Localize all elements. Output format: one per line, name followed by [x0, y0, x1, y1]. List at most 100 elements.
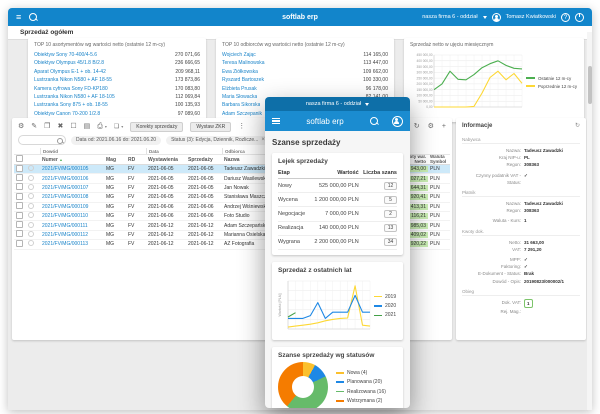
legend-label: Wstrzymana (2) [347, 398, 383, 405]
col-waluta[interactable]: Waluta Symbol [428, 155, 450, 164]
funnel-row[interactable]: Negocjacje 7 000,00 PLN 2 [278, 206, 397, 222]
col-mag[interactable]: Mag [104, 157, 126, 163]
funnel-stage: Realizacja [278, 221, 309, 236]
menu-icon[interactable]: ≡ [16, 8, 21, 26]
attachment-cell [26, 183, 40, 192]
search-input[interactable] [18, 135, 66, 145]
list-item-value: 173 873,86 [174, 77, 200, 84]
menu-icon[interactable] [272, 116, 280, 126]
col-wystawienia[interactable]: Wystawienia [146, 157, 186, 163]
panel-title: Sprzedaż netto w ujęciu miesięcznym [410, 42, 494, 48]
legend-color-swatch [374, 295, 382, 298]
document-number-link[interactable]: 2021/FV/MG/000111 [40, 223, 104, 229]
settings-icon[interactable]: ⚙ [428, 121, 434, 133]
legend-item: Realizowana (16) [336, 389, 386, 395]
product-link[interactable]: Lustrzanka Sony 875 + ob. 18-55 [34, 101, 108, 109]
document-number-link[interactable]: 2021/FV/MG/000110 [40, 213, 104, 219]
svg-text:150 000,00: 150 000,00 [417, 88, 433, 92]
customer-link[interactable]: Elżbieta Prusak [222, 85, 257, 93]
document-number-link[interactable]: 2021/FV/MG/000108 [40, 194, 104, 200]
funnel-row[interactable]: Wycena 1 200 000,00 PLN 5 [278, 192, 397, 208]
col-numer[interactable]: Numer ▲ [40, 157, 104, 163]
customer-link[interactable]: Barbara Sikorska [222, 101, 260, 109]
mobile-company-bar[interactable]: nasza firma 6 - oddział [265, 97, 410, 111]
info-field-value: 308363 [524, 208, 540, 214]
info-field: Regon: 308363 [462, 207, 580, 214]
row-checkbox[interactable] [16, 221, 23, 229]
product-link[interactable]: Obiektyw Canon 70-200 1/2.8 [34, 110, 100, 118]
product-link[interactable]: Kamera cyfrowa Sony FD-KP180 [34, 85, 108, 93]
search-icon[interactable] [29, 13, 38, 21]
svg-text:400 000,00: 400 000,00 [417, 59, 433, 63]
issue-date-cell: 2021-06-12 [148, 231, 174, 238]
years-chart-title: Sprzedaż z ostatnich lat [278, 266, 352, 274]
add-icon[interactable]: + [442, 121, 446, 133]
document-icon[interactable]: ▤ [84, 121, 91, 133]
row-checkbox[interactable] [16, 211, 23, 219]
date-filter-chip[interactable]: Data od: 2021.06.16 do: 2021.06.20 [71, 135, 162, 145]
attachment-icon [28, 174, 34, 181]
tag-caret-icon[interactable]: ▾ [121, 121, 123, 133]
scrollbar-thumb[interactable] [587, 66, 592, 104]
user-icon[interactable] [392, 115, 403, 127]
row-checkbox[interactable] [16, 202, 23, 210]
row-checkbox[interactable] [16, 183, 23, 191]
customer-link[interactable]: Ryszard Bartoszek [222, 76, 264, 84]
product-link[interactable]: Obiektyw Olympus 45/1.8 B/2.8 [34, 59, 104, 67]
col-rd[interactable]: RD [126, 157, 146, 163]
document-number-link[interactable]: 2021/FV/MG/000109 [40, 204, 104, 210]
row-checkbox[interactable] [16, 192, 23, 200]
info-field-label: Nazwa: [505, 201, 521, 207]
customer-link[interactable]: Maria Słowacka [222, 93, 257, 101]
currency-cell: PLN [430, 194, 440, 201]
logout-icon[interactable] [575, 12, 584, 22]
funnel-row[interactable]: Wygrana 2 200 000,00 PLN 34 [278, 235, 397, 250]
product-link[interactable]: Obiektyw Sony 70-400/4-5.6 [34, 51, 97, 59]
document-number-link[interactable]: 2021/FV/MG/000112 [40, 232, 104, 238]
issue-date-cell: 2021-06-05 [148, 184, 174, 191]
donut-title: Szanse sprzedaży wg statusów [278, 351, 375, 359]
product-link[interactable]: Lustrzanka Nikon N580 + AF 18-105 [34, 93, 115, 101]
select-all-checkbox[interactable] [16, 155, 23, 162]
tag-icon[interactable]: ❏ [114, 121, 119, 133]
help-icon[interactable]: ? [561, 12, 570, 22]
copy-icon[interactable]: ❐ [44, 121, 50, 133]
info-field-label: Netto: [508, 239, 521, 245]
user-name[interactable]: Tomasz Kwiatkowski [506, 14, 556, 20]
corrections-button[interactable]: Korekty sprzedaży [130, 122, 184, 132]
refresh-icon[interactable]: ↻ [414, 121, 420, 133]
funnel-row[interactable]: Nowy 525 000,00 PLN 12 [278, 178, 397, 194]
print-caret-icon[interactable]: ▾ [105, 121, 107, 133]
status-filter-chip[interactable]: Status (3): Edycja, Dziennik, Rozlicze..… [166, 135, 270, 145]
gear-icon[interactable]: ⚙ [18, 121, 24, 133]
print-icon[interactable]: ⎙ [97, 121, 103, 133]
customer-link[interactable]: Wojciech Zając [222, 51, 256, 59]
row-checkbox[interactable] [16, 174, 23, 182]
issue-zkr-button[interactable]: Wystaw ZKR [190, 122, 232, 132]
document-number-link[interactable]: 2021/FV/MG/000113 [40, 241, 104, 247]
customer-link[interactable]: Teresa Malinowska [222, 59, 265, 67]
info-field-label: Czynny podatnik VAT - Status: [475, 172, 521, 185]
document-number-link[interactable]: 2021/FV/MG/000105 [40, 166, 104, 172]
company-selector[interactable]: nasza firma 6 - oddział [422, 14, 477, 20]
delete-icon[interactable]: ✖ [57, 121, 63, 133]
document-number-link[interactable]: 2021/FV/MG/000106 [40, 176, 104, 182]
info-section-heading: Obieg [462, 289, 580, 296]
customer-link[interactable]: Adam Szczepanik [222, 110, 262, 118]
document-number-link[interactable]: 2021/FV/MG/000107 [40, 185, 104, 191]
edit-icon[interactable]: ✎ [31, 121, 37, 133]
refresh-icon[interactable]: ↻ [575, 122, 580, 129]
col-sprzedazy[interactable]: Sprzedaży [186, 157, 222, 163]
info-field-value: 308363 [524, 162, 540, 168]
select-icon[interactable]: ☐ [70, 121, 76, 133]
row-checkbox[interactable] [16, 164, 23, 172]
more-icon[interactable]: ⋮ [238, 121, 245, 133]
product-link[interactable]: Lustrzanka Nikon N580 + AF 18-55 [34, 76, 112, 84]
search-icon[interactable] [370, 117, 378, 125]
row-checkbox[interactable] [16, 239, 23, 247]
funnel-row[interactable]: Realizacja 140 000,00 PLN 13 [278, 221, 397, 236]
customer-link[interactable]: Ewa Ziółkowska [222, 68, 258, 76]
vertical-scrollbar[interactable] [587, 32, 592, 410]
row-checkbox[interactable] [16, 230, 23, 238]
product-link[interactable]: Aparat Olympus E-1 + ob. 14-42 [34, 68, 106, 76]
